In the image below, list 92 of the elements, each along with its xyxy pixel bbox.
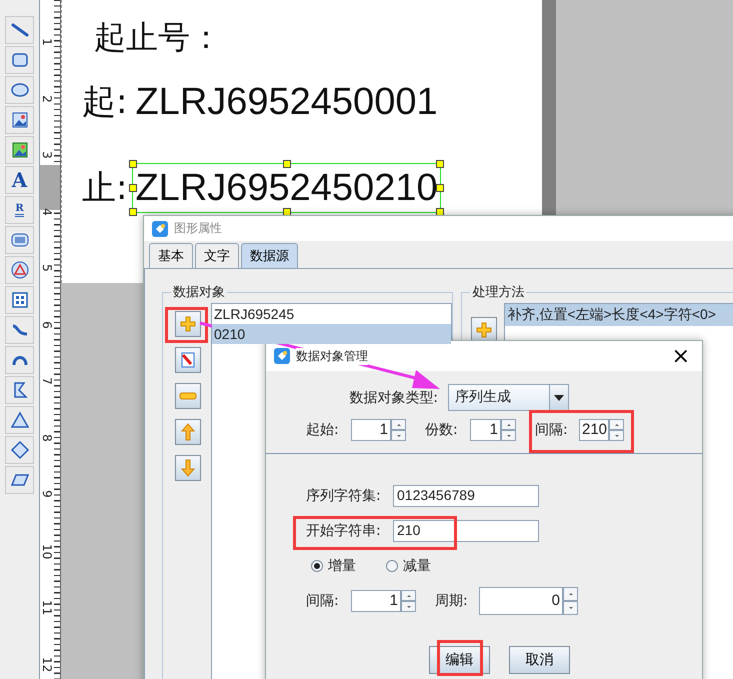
ruler-number: 5 bbox=[40, 263, 54, 274]
text-field[interactable]: 210 bbox=[393, 520, 539, 542]
picture-tool-button[interactable] bbox=[5, 136, 34, 164]
ruler-number: 8 bbox=[40, 432, 54, 444]
radio-label: 增量 bbox=[328, 557, 356, 575]
resize-handle[interactable] bbox=[436, 184, 444, 192]
tab[interactable]: 基本 bbox=[149, 243, 193, 268]
rounded-rectangle-tool-button[interactable] bbox=[5, 46, 34, 74]
field-label: 间隔: bbox=[306, 592, 340, 610]
barcode-number-text[interactable]: ZLRJ6952450001 bbox=[133, 78, 440, 126]
plus-icon bbox=[476, 322, 492, 338]
resize-handle[interactable] bbox=[129, 208, 138, 216]
resize-handle[interactable] bbox=[129, 160, 138, 168]
diamond-tool-button[interactable] bbox=[5, 436, 34, 464]
number-field[interactable]: 1 bbox=[351, 419, 391, 441]
ruler-number: 9 bbox=[40, 489, 54, 500]
field-label: 间隔: bbox=[535, 421, 569, 439]
diamond-icon bbox=[10, 440, 30, 460]
edit-button[interactable] bbox=[175, 347, 201, 373]
ruler-number: 11 bbox=[40, 600, 54, 614]
curve-tool-button[interactable] bbox=[5, 316, 34, 344]
close-button[interactable]: × bbox=[668, 344, 694, 368]
resize-handle[interactable] bbox=[282, 160, 291, 168]
ruler-number: 4 bbox=[40, 206, 54, 218]
tab[interactable]: 数据源 bbox=[241, 243, 298, 268]
label-text: 止: bbox=[82, 167, 128, 210]
arrow-down-icon bbox=[181, 459, 195, 477]
pencil-icon bbox=[179, 351, 197, 369]
ruler-number: 2 bbox=[40, 94, 54, 104]
resize-handle[interactable] bbox=[129, 184, 138, 192]
ruler-number: 3 bbox=[40, 150, 54, 161]
ruler-number: 10 bbox=[40, 544, 54, 558]
text-tool-button[interactable]: A bbox=[5, 166, 34, 194]
resize-handle[interactable] bbox=[436, 160, 444, 168]
field-label: 周期: bbox=[435, 592, 469, 610]
ruler-number: 6 bbox=[40, 320, 54, 330]
remove-button[interactable] bbox=[175, 383, 201, 409]
arrow-up-icon bbox=[181, 423, 195, 441]
picture-icon bbox=[10, 140, 30, 160]
ruler-number: 12 bbox=[40, 656, 54, 670]
dialog-title: 图形属性 bbox=[174, 220, 222, 237]
shape-icon bbox=[10, 260, 30, 280]
polygon-tool-button[interactable] bbox=[5, 376, 34, 404]
shape-tool-button[interactable] bbox=[5, 256, 34, 284]
caret-icon bbox=[554, 394, 564, 400]
list-item[interactable]: 0210 bbox=[212, 324, 452, 344]
dropdown-button[interactable] bbox=[549, 385, 568, 410]
field-label: 份数: bbox=[425, 421, 459, 439]
tab[interactable]: 文字 bbox=[195, 243, 239, 268]
barcode-tool-button[interactable] bbox=[5, 226, 34, 254]
label-text: 起止号： bbox=[94, 17, 223, 58]
number-field[interactable]: 1 bbox=[351, 590, 401, 612]
radio-button[interactable] bbox=[386, 560, 398, 572]
rich-text-tool-button[interactable]: R bbox=[5, 196, 34, 224]
image-tool-button[interactable] bbox=[5, 106, 34, 134]
type-dropdown[interactable]: 序列生成 bbox=[449, 385, 549, 410]
triangle-tool-button[interactable] bbox=[5, 406, 34, 434]
image-icon bbox=[10, 110, 30, 130]
parallelogram-tool-button[interactable] bbox=[5, 466, 34, 494]
app-icon bbox=[274, 348, 290, 364]
field-label: 起始: bbox=[306, 421, 340, 439]
ellipse-tool-button[interactable] bbox=[5, 76, 34, 104]
field-label: 序列字符集: bbox=[306, 487, 382, 505]
minus-icon bbox=[179, 392, 197, 400]
app-icon bbox=[152, 220, 168, 236]
list-item[interactable]: 补齐,位置<左端>长度<4>字符<0> bbox=[505, 304, 733, 326]
radio-button[interactable] bbox=[311, 560, 323, 572]
ruler-selection-mark bbox=[40, 165, 60, 210]
field-label: 数据对象类型: bbox=[348, 388, 438, 406]
barcode-number-text[interactable]: ZLRJ6952450210 bbox=[133, 164, 440, 212]
move-down-button[interactable] bbox=[175, 455, 201, 481]
number-field[interactable]: 210 bbox=[579, 419, 609, 441]
move-up-button[interactable] bbox=[175, 419, 201, 445]
dialog-title: 数据对象管理 bbox=[296, 348, 368, 364]
line-tool-button[interactable] bbox=[5, 16, 34, 44]
number-field[interactable]: 0 bbox=[479, 587, 563, 615]
group-title: 处理方法 bbox=[471, 284, 526, 301]
label-text: 起: bbox=[82, 81, 128, 124]
plus-icon bbox=[180, 316, 196, 332]
qr-code-tool-button[interactable] bbox=[5, 286, 34, 314]
ruler-number: 7 bbox=[40, 376, 54, 387]
arc-tool-button[interactable] bbox=[5, 346, 34, 374]
triangle-icon bbox=[10, 410, 30, 430]
group-title: 数据对象 bbox=[172, 284, 226, 301]
radio-label: 减量 bbox=[403, 557, 431, 575]
add-button[interactable] bbox=[175, 311, 201, 337]
cancel-button[interactable]: 取消 bbox=[509, 646, 570, 674]
number-field[interactable]: 1 bbox=[470, 419, 501, 441]
field-label: 开始字符串: bbox=[306, 522, 382, 540]
ruler-number: 1 bbox=[40, 37, 54, 48]
qr-code-icon bbox=[10, 290, 30, 310]
text-field[interactable]: 0123456789 bbox=[393, 485, 539, 507]
